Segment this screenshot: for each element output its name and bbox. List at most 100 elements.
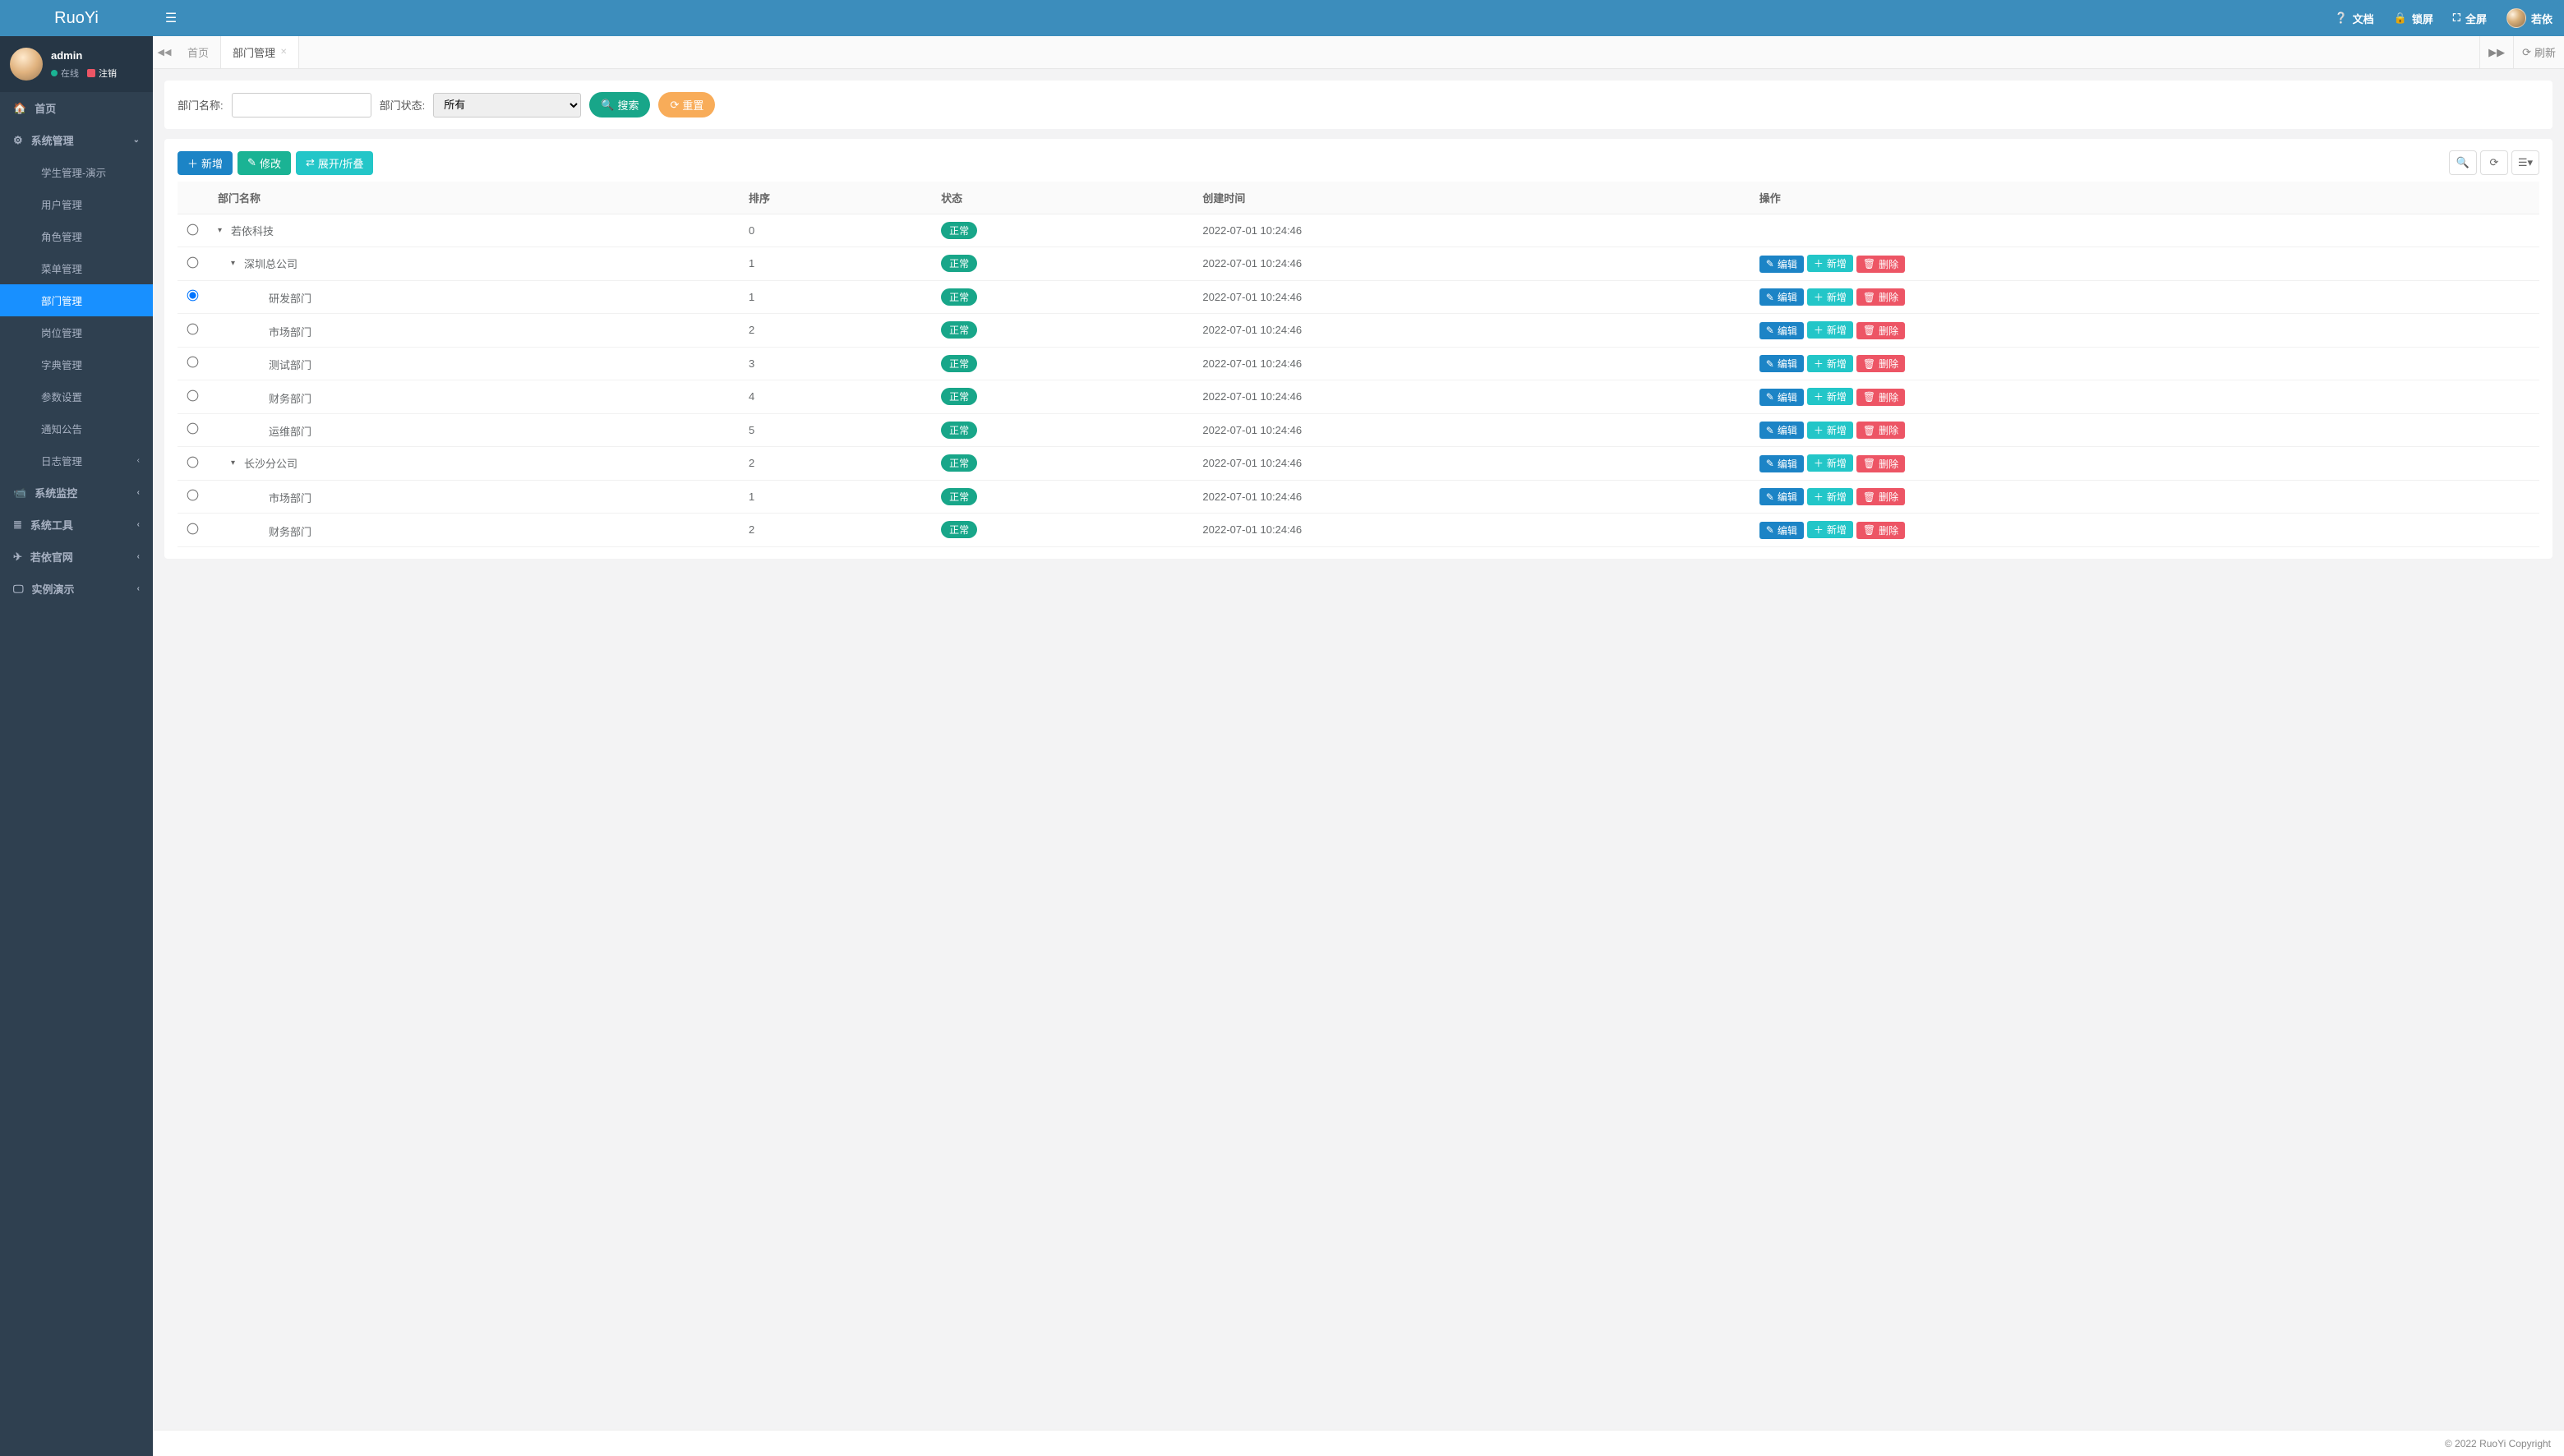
status-badge: 正常 (941, 288, 977, 306)
sidebar-item-log[interactable]: 日志管理 ‹ (0, 445, 153, 477)
deptname-input[interactable] (232, 93, 371, 117)
sidebar-item-user[interactable]: 用户管理 (0, 188, 153, 220)
row-delete-button[interactable]: 🗑删除 (1856, 322, 1905, 339)
row-delete-button-label: 删除 (1879, 490, 1898, 504)
search-button[interactable]: 🔍 搜索 (589, 92, 650, 117)
sidebar-item-home[interactable]: 🏠 首页 (0, 92, 153, 124)
row-radio[interactable] (187, 456, 199, 468)
row-radio[interactable] (187, 223, 199, 235)
table-row[interactable]: 财务部门4正常2022-07-01 10:24:46✎编辑＋新增🗑删除 (178, 380, 2539, 414)
sidebar-item-notice[interactable]: 通知公告 (0, 412, 153, 445)
row-delete-button[interactable]: 🗑删除 (1856, 422, 1905, 439)
sidebar-item-dict[interactable]: 字典管理 (0, 348, 153, 380)
sidebar-item-dept[interactable]: 部门管理 (0, 284, 153, 316)
row-created: 2022-07-01 10:24:46 (1192, 214, 1749, 247)
row-delete-button[interactable]: 🗑删除 (1856, 389, 1905, 406)
tab-dept[interactable]: 部门管理 ✕ (221, 36, 299, 68)
row-radio[interactable] (187, 490, 199, 501)
col-created: 创建时间 (1192, 182, 1749, 214)
toolbar-expand-button[interactable]: ⇄ 展开/折叠 (296, 151, 374, 175)
row-radio[interactable] (187, 290, 199, 302)
toolbar-search-icon-button[interactable]: 🔍 (2449, 150, 2477, 175)
row-radio[interactable] (187, 357, 199, 368)
sidebar-group-monitor[interactable]: 📹 系统监控 ‹ (0, 477, 153, 509)
status-select[interactable]: 所有 (433, 93, 581, 117)
row-edit-button[interactable]: ✎编辑 (1759, 522, 1804, 539)
row-add-button[interactable]: ＋新增 (1807, 422, 1853, 439)
plus-icon: ＋ (187, 155, 198, 171)
table-row[interactable]: 财务部门2正常2022-07-01 10:24:46✎编辑＋新增🗑删除 (178, 514, 2539, 547)
chevron-down-icon[interactable]: ▾ (231, 259, 241, 268)
row-edit-button[interactable]: ✎编辑 (1759, 256, 1804, 273)
table-row[interactable]: 市场部门2正常2022-07-01 10:24:46✎编辑＋新增🗑删除 (178, 314, 2539, 348)
table-row[interactable]: ▾若依科技0正常2022-07-01 10:24:46 (178, 214, 2539, 247)
tab-prev[interactable]: ◀◀ (153, 36, 176, 68)
sidebar-group-site[interactable]: ✈ 若依官网 ‹ (0, 541, 153, 573)
row-add-button[interactable]: ＋新增 (1807, 488, 1853, 505)
row-edit-button[interactable]: ✎编辑 (1759, 389, 1804, 406)
row-radio[interactable] (187, 323, 199, 334)
list-icon: ≣ (13, 518, 22, 532)
close-icon[interactable]: ✕ (280, 48, 287, 57)
row-edit-button[interactable]: ✎编辑 (1759, 288, 1804, 306)
row-delete-button[interactable]: 🗑删除 (1856, 455, 1905, 472)
header-lock[interactable]: 🔒 锁屏 (2394, 11, 2433, 26)
table-row[interactable]: ▾深圳总公司1正常2022-07-01 10:24:46✎编辑＋新增🗑删除 (178, 247, 2539, 281)
row-add-button[interactable]: ＋新增 (1807, 288, 1853, 306)
toolbar-columns-button[interactable]: ☰▾ (2511, 150, 2539, 175)
sidebar-item-menu[interactable]: 菜单管理 (0, 252, 153, 284)
status-badge: 正常 (941, 422, 977, 439)
row-edit-button[interactable]: ✎编辑 (1759, 422, 1804, 439)
row-edit-button[interactable]: ✎编辑 (1759, 355, 1804, 372)
sidebar-item-post[interactable]: 岗位管理 (0, 316, 153, 348)
row-radio[interactable] (187, 256, 199, 268)
row-radio[interactable] (187, 523, 199, 534)
sidebar-group-system-manage[interactable]: ⚙ 系统管理 ⌄ (0, 124, 153, 156)
row-radio[interactable] (187, 423, 199, 435)
row-radio[interactable] (187, 389, 199, 401)
chevron-down-icon[interactable]: ▾ (218, 226, 228, 235)
row-add-button[interactable]: ＋新增 (1807, 255, 1853, 272)
sidebar-group-demo[interactable]: 🖵 实例演示 ‹ (0, 573, 153, 605)
toolbar-refresh-icon-button[interactable]: ⟳ (2480, 150, 2508, 175)
row-delete-button[interactable]: 🗑删除 (1856, 256, 1905, 273)
header-doc[interactable]: ❔ 文档 (2334, 11, 2373, 26)
table-row[interactable]: 运维部门5正常2022-07-01 10:24:46✎编辑＋新增🗑删除 (178, 413, 2539, 447)
sidebar-item-student[interactable]: 学生管理-演示 (0, 156, 153, 188)
chevron-down-icon[interactable]: ▾ (231, 458, 241, 468)
logout-link[interactable]: 注销 (87, 67, 117, 80)
reset-button[interactable]: ⟳ 重置 (658, 92, 715, 117)
tab-refresh[interactable]: ⟳ 刷新 (2513, 36, 2564, 68)
row-edit-button[interactable]: ✎编辑 (1759, 322, 1804, 339)
header-user[interactable]: 若依 (2506, 8, 2552, 28)
row-add-button-label: 新增 (1827, 323, 1847, 337)
tab-home[interactable]: 首页 (176, 36, 221, 68)
header-fullscreen[interactable]: ⛶ 全屏 (2453, 11, 2487, 26)
row-edit-button[interactable]: ✎编辑 (1759, 455, 1804, 472)
table-row[interactable]: 研发部门1正常2022-07-01 10:24:46✎编辑＋新增🗑删除 (178, 280, 2539, 314)
sidebar-item-role[interactable]: 角色管理 (0, 220, 153, 252)
sidebar-group-tool[interactable]: ≣ 系统工具 ‹ (0, 509, 153, 541)
row-delete-button[interactable]: 🗑删除 (1856, 488, 1905, 505)
toolbar-edit-button[interactable]: ✎ 修改 (237, 151, 291, 175)
tab-next[interactable]: ▶▶ (2479, 36, 2513, 68)
plane-icon: ✈ (13, 551, 22, 564)
row-delete-button[interactable]: 🗑删除 (1856, 288, 1905, 306)
table-row[interactable]: 测试部门3正常2022-07-01 10:24:46✎编辑＋新增🗑删除 (178, 347, 2539, 380)
row-add-button[interactable]: ＋新增 (1807, 521, 1853, 538)
sidebar-item-config[interactable]: 参数设置 (0, 380, 153, 412)
row-edit-button[interactable]: ✎编辑 (1759, 488, 1804, 505)
row-add-button[interactable]: ＋新增 (1807, 454, 1853, 472)
row-delete-button[interactable]: 🗑删除 (1856, 522, 1905, 539)
logout-icon (87, 69, 95, 77)
row-delete-button[interactable]: 🗑删除 (1856, 355, 1905, 372)
table-row[interactable]: ▾长沙分公司2正常2022-07-01 10:24:46✎编辑＋新增🗑删除 (178, 447, 2539, 481)
toolbar-add-button[interactable]: ＋ 新增 (178, 151, 233, 175)
row-add-button[interactable]: ＋新增 (1807, 388, 1853, 405)
table-row[interactable]: 市场部门1正常2022-07-01 10:24:46✎编辑＋新增🗑删除 (178, 480, 2539, 514)
row-add-button[interactable]: ＋新增 (1807, 321, 1853, 339)
sidebar-toggle[interactable]: ☰ (153, 10, 189, 26)
row-add-button[interactable]: ＋新增 (1807, 355, 1853, 372)
row-edit-button-label: 编辑 (1778, 423, 1797, 437)
row-edit-button-label: 编辑 (1778, 257, 1797, 271)
